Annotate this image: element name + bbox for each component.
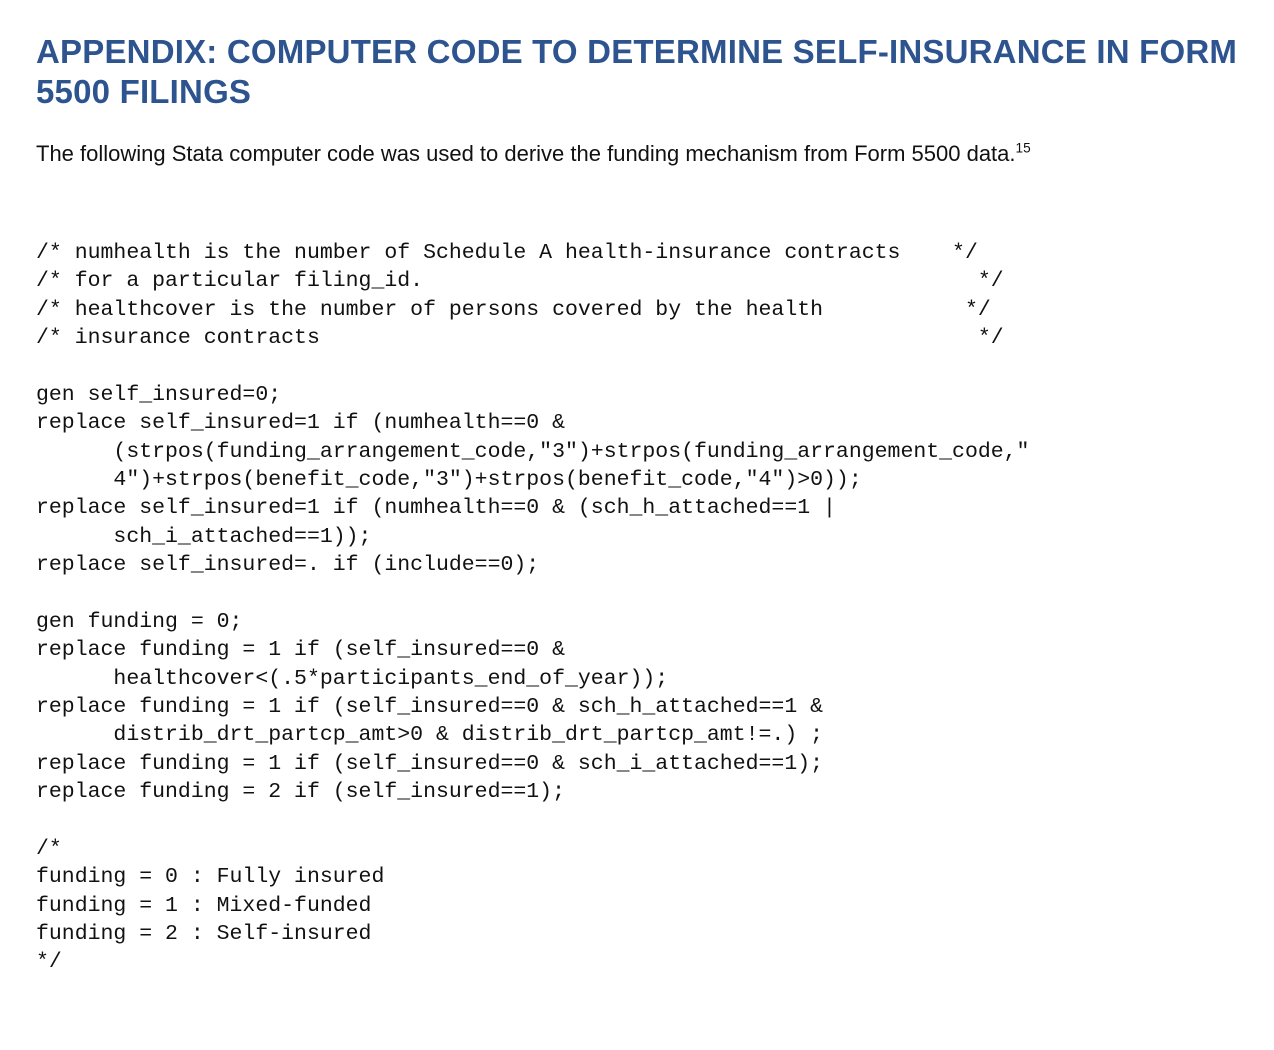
appendix-heading: APPENDIX: COMPUTER CODE TO DETERMINE SEL…	[36, 32, 1238, 111]
intro-paragraph: The following Stata computer code was us…	[36, 139, 1238, 169]
footnote-marker: 15	[1016, 141, 1031, 156]
intro-text: The following Stata computer code was us…	[36, 141, 1016, 166]
code-block: /* numhealth is the number of Schedule A…	[36, 239, 1238, 977]
